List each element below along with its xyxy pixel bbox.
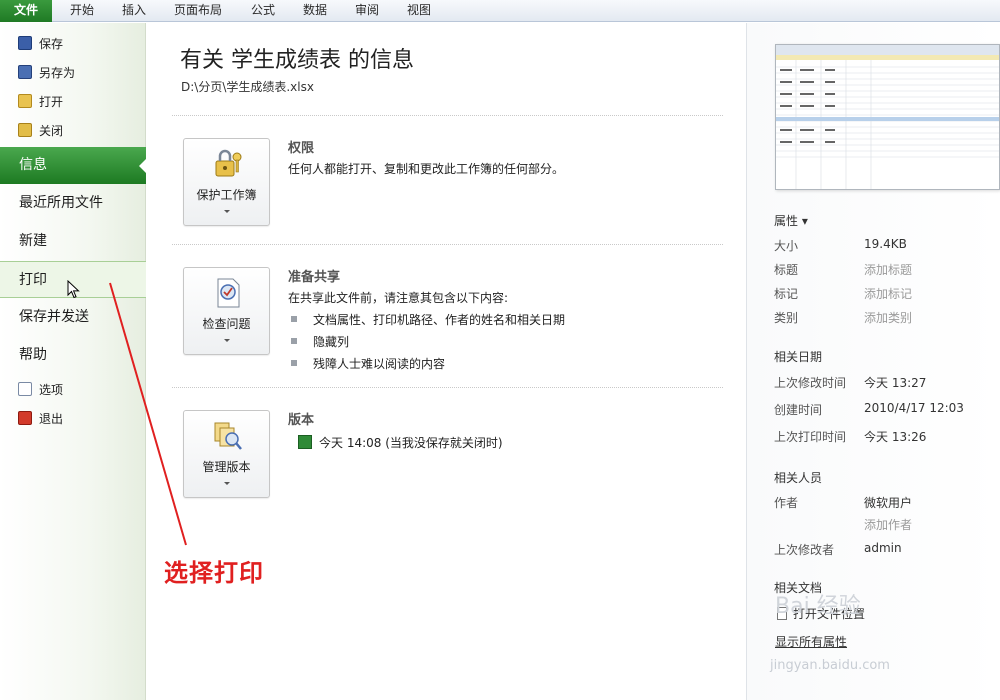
created-value: 2010/4/17 12:03 (864, 401, 964, 415)
related-people-header: 相关人员 (774, 471, 823, 485)
author-value: 微软用户 (864, 496, 913, 510)
annotation-label: 选择打印 (164, 558, 264, 587)
tags-field[interactable]: 添加标记 (864, 285, 912, 302)
last-modified-by-value: admin (864, 541, 902, 555)
tags-label: 标记 (774, 287, 799, 301)
author-label: 作者 (774, 496, 799, 510)
last-modified-by-label: 上次修改者 (774, 543, 835, 557)
spreadsheet-preview-image (776, 45, 999, 189)
printed-label: 上次打印时间 (774, 430, 847, 444)
title-field[interactable]: 添加标题 (864, 261, 912, 278)
watermark-logo: Bai 经验 (775, 594, 861, 619)
properties-header[interactable]: 属性 ▾ (774, 212, 808, 229)
workbook-thumbnail (775, 44, 1000, 190)
show-all-properties-link[interactable]: 显示所有属性 (775, 633, 847, 650)
printed-value: 今天 13:26 (864, 430, 927, 444)
related-dates-header: 相关日期 (774, 350, 823, 364)
modified-value: 今天 13:27 (864, 376, 927, 390)
category-label: 类别 (774, 311, 799, 325)
add-author-field[interactable]: 添加作者 (864, 516, 912, 533)
modified-label: 上次修改时间 (774, 376, 847, 390)
size-label: 大小 (774, 239, 799, 253)
created-label: 创建时间 (774, 403, 823, 417)
category-field[interactable]: 添加类别 (864, 309, 912, 326)
title-label: 标题 (774, 263, 799, 277)
watermark-url: jingyan.baidu.com (770, 658, 890, 673)
size-value: 19.4KB (864, 237, 907, 251)
